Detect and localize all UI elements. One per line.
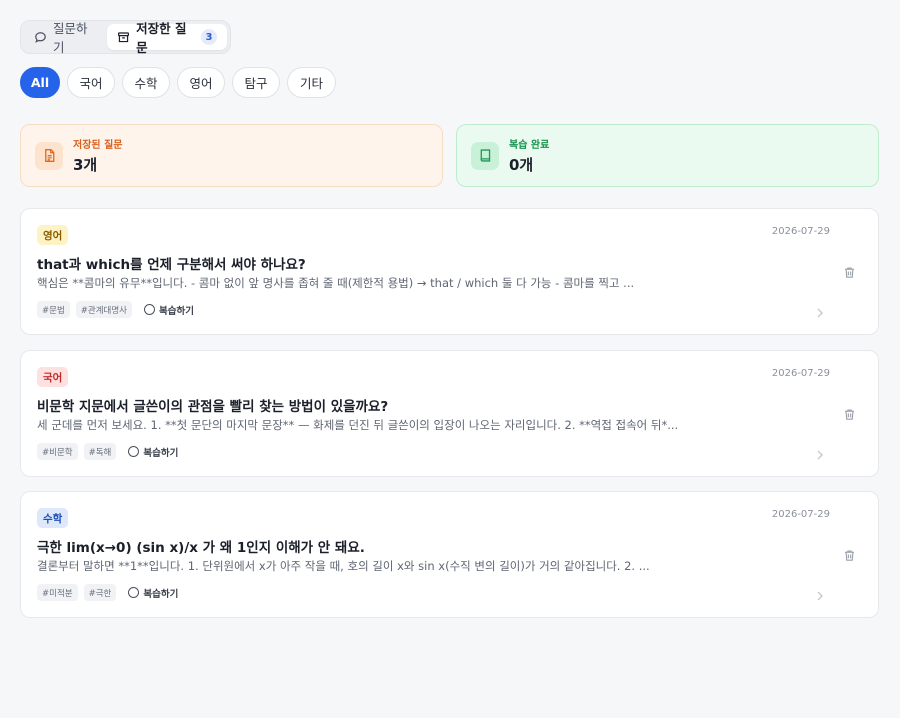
- saved-stat-card: 저장된 질문 3개: [20, 124, 443, 187]
- subject-badge: 국어: [37, 367, 69, 387]
- empty-circle-icon: [144, 304, 155, 315]
- tag: #독해: [83, 443, 117, 460]
- question-tags: #비문학 #독해 복습하기: [37, 443, 178, 460]
- question-tags: #문법 #관계대명사 복습하기: [37, 301, 194, 318]
- tab-ask-label: 질문하기: [53, 21, 88, 55]
- trash-icon[interactable]: [843, 406, 856, 425]
- question-date: 2026-07-29: [771, 509, 830, 520]
- trash-icon[interactable]: [843, 547, 856, 566]
- chevron-right-icon[interactable]: [816, 303, 824, 322]
- view-tabs: 질문하기 저장한 질문 3: [20, 20, 231, 55]
- review-label: 복습하기: [143, 588, 179, 600]
- question-date: 2026-07-29: [771, 226, 830, 237]
- review-done-stat-card: 복습 완료 0개: [456, 124, 879, 187]
- review-toggle[interactable]: 복습하기: [144, 303, 194, 317]
- question-card[interactable]: 국어 2026-07-29 비문학 지문에서 글쓴이의 관점을 빨리 찾는 방법…: [20, 350, 879, 477]
- question-snippet: 결론부터 말하면 **1**입니다. 1. 단위원에서 x가 아주 작을 때, …: [37, 559, 650, 573]
- tag: #미적분: [37, 584, 78, 601]
- review-label: 복습하기: [159, 305, 194, 317]
- chevron-right-icon[interactable]: [816, 445, 824, 464]
- review-done-stat-value: 0개: [509, 156, 534, 174]
- question-card[interactable]: 영어 2026-07-29 that과 which를 언제 구분해서 써야 하나…: [20, 208, 879, 335]
- question-title: that과 which를 언제 구분해서 써야 하나요?: [37, 257, 306, 273]
- chat-bubble-icon: [34, 31, 47, 44]
- tab-saved[interactable]: 저장한 질문 3: [107, 21, 227, 55]
- chevron-right-icon[interactable]: [816, 586, 824, 605]
- saved-stat-label: 저장된 질문: [73, 140, 123, 151]
- question-snippet: 세 군데를 먼저 보세요. 1. **첫 문단의 마지막 문장** — 화제를 …: [37, 418, 679, 432]
- filter-english[interactable]: 영어: [177, 67, 225, 98]
- question-date: 2026-07-29: [771, 368, 830, 379]
- review-toggle[interactable]: 복습하기: [128, 445, 178, 459]
- subject-badge: 수학: [37, 508, 69, 528]
- filter-all[interactable]: All: [20, 67, 60, 98]
- tab-ask[interactable]: 질문하기: [24, 21, 107, 55]
- filter-math[interactable]: 수학: [122, 67, 170, 98]
- review-label: 복습하기: [143, 447, 179, 459]
- book-icon: [471, 141, 499, 170]
- filter-inquiry[interactable]: 탐구: [232, 67, 280, 98]
- subject-filters: All 국어 수학 영어 탐구 기타: [20, 67, 336, 98]
- question-card[interactable]: 수학 2026-07-29 극한 lim(x→0) (sin x)/x 가 왜 …: [20, 491, 879, 618]
- question-title: 비문학 지문에서 글쓴이의 관점을 빨리 찾는 방법이 있을까요?: [37, 399, 389, 415]
- filter-korean[interactable]: 국어: [67, 67, 115, 98]
- question-title: 극한 lim(x→0) (sin x)/x 가 왜 1인지 이해가 안 돼요.: [37, 540, 365, 556]
- document-icon: [35, 141, 63, 170]
- review-toggle[interactable]: 복습하기: [128, 586, 178, 600]
- review-done-stat-label: 복습 완료: [509, 140, 550, 151]
- archive-box-icon: [117, 31, 130, 44]
- tag: #극한: [83, 584, 117, 601]
- question-snippet: 핵심은 **콤마의 유무**입니다. - 콤마 없이 앞 명사를 좁혀 줄 때(…: [37, 276, 635, 290]
- tab-saved-label: 저장한 질문: [136, 21, 187, 55]
- saved-count-badge: 3: [201, 29, 217, 45]
- empty-circle-icon: [128, 587, 140, 598]
- filter-etc[interactable]: 기타: [287, 67, 336, 98]
- trash-icon[interactable]: [843, 264, 856, 283]
- tag: #비문학: [37, 443, 78, 460]
- tag: #문법: [37, 301, 70, 318]
- tag: #관계대명사: [75, 301, 132, 318]
- subject-badge: 영어: [37, 225, 69, 245]
- question-tags: #미적분 #극한 복습하기: [37, 584, 178, 601]
- empty-circle-icon: [128, 446, 140, 457]
- saved-stat-value: 3개: [73, 156, 98, 174]
